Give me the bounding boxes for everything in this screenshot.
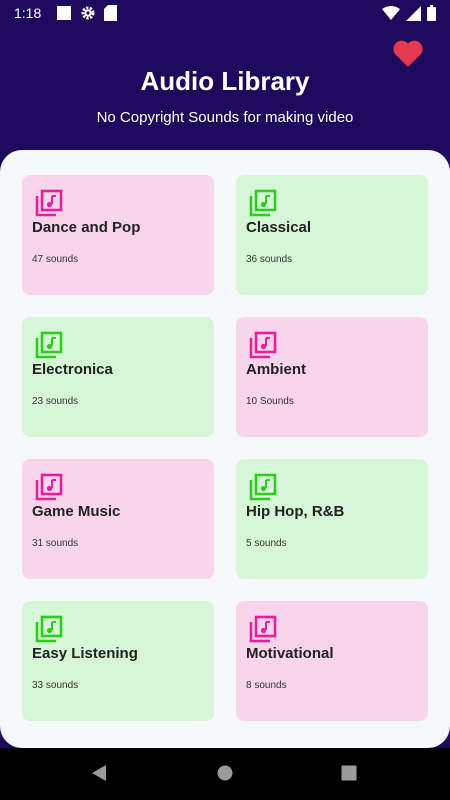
- sd-card-icon: [104, 5, 117, 21]
- battery-icon: [427, 5, 436, 21]
- category-count: 31 sounds: [32, 538, 79, 549]
- music-library-icon: [249, 331, 277, 359]
- category-card[interactable]: Classical 36 sounds: [236, 175, 428, 295]
- music-library-icon: [35, 331, 63, 359]
- category-card[interactable]: Dance and Pop 47 sounds: [22, 175, 214, 295]
- music-library-icon: [35, 473, 63, 501]
- music-library-icon: [249, 473, 277, 501]
- category-card[interactable]: Easy Listening 33 sounds: [22, 601, 214, 721]
- header: Audio Library No Copyright Sounds for ma…: [0, 26, 450, 150]
- back-icon[interactable]: [90, 764, 108, 782]
- category-grid: Dance and Pop 47 sounds Classical 36 sou…: [22, 175, 428, 721]
- category-title: Classical: [246, 219, 312, 236]
- category-card[interactable]: Motivational 8 sounds: [236, 601, 428, 721]
- music-library-icon: [249, 189, 277, 217]
- gear-icon: [81, 6, 95, 20]
- music-library-icon: [249, 615, 277, 643]
- category-count: 47 sounds: [32, 254, 79, 265]
- category-title: Game Music: [32, 503, 121, 520]
- page-title: Audio Library: [140, 66, 310, 96]
- category-title: Motivational: [246, 645, 334, 662]
- wifi-icon: [382, 5, 400, 20]
- home-icon[interactable]: [216, 764, 234, 782]
- music-library-icon: [35, 189, 63, 217]
- signal-icon: [406, 5, 421, 21]
- page-subtitle: No Copyright Sounds for making video: [96, 109, 354, 126]
- category-count: 5 sounds: [246, 538, 287, 549]
- category-count: 8 sounds: [246, 680, 287, 691]
- square-icon: [57, 6, 71, 20]
- category-card[interactable]: Game Music 31 sounds: [22, 459, 214, 579]
- category-panel: Dance and Pop 47 sounds Classical 36 sou…: [0, 150, 450, 748]
- category-title: Hip Hop, R&B: [246, 503, 345, 520]
- category-title: Ambient: [246, 361, 306, 378]
- category-card[interactable]: Hip Hop, R&B 5 sounds: [236, 459, 428, 579]
- category-count: 36 sounds: [246, 254, 293, 265]
- category-card[interactable]: Ambient 10 Sounds: [236, 317, 428, 437]
- category-title: Dance and Pop: [32, 219, 141, 236]
- music-library-icon: [35, 615, 63, 643]
- heart-icon[interactable]: [392, 38, 424, 68]
- category-title: Easy Listening: [32, 645, 138, 662]
- category-title: Electronica: [32, 361, 113, 378]
- status-time: 1:18: [14, 5, 42, 21]
- system-nav-bar: [0, 748, 450, 800]
- status-bar: 1:18: [0, 0, 450, 26]
- recents-icon[interactable]: [340, 764, 358, 782]
- category-count: 33 sounds: [32, 680, 79, 691]
- category-card[interactable]: Electronica 23 sounds: [22, 317, 214, 437]
- category-count: 10 Sounds: [246, 396, 294, 407]
- category-count: 23 sounds: [32, 396, 79, 407]
